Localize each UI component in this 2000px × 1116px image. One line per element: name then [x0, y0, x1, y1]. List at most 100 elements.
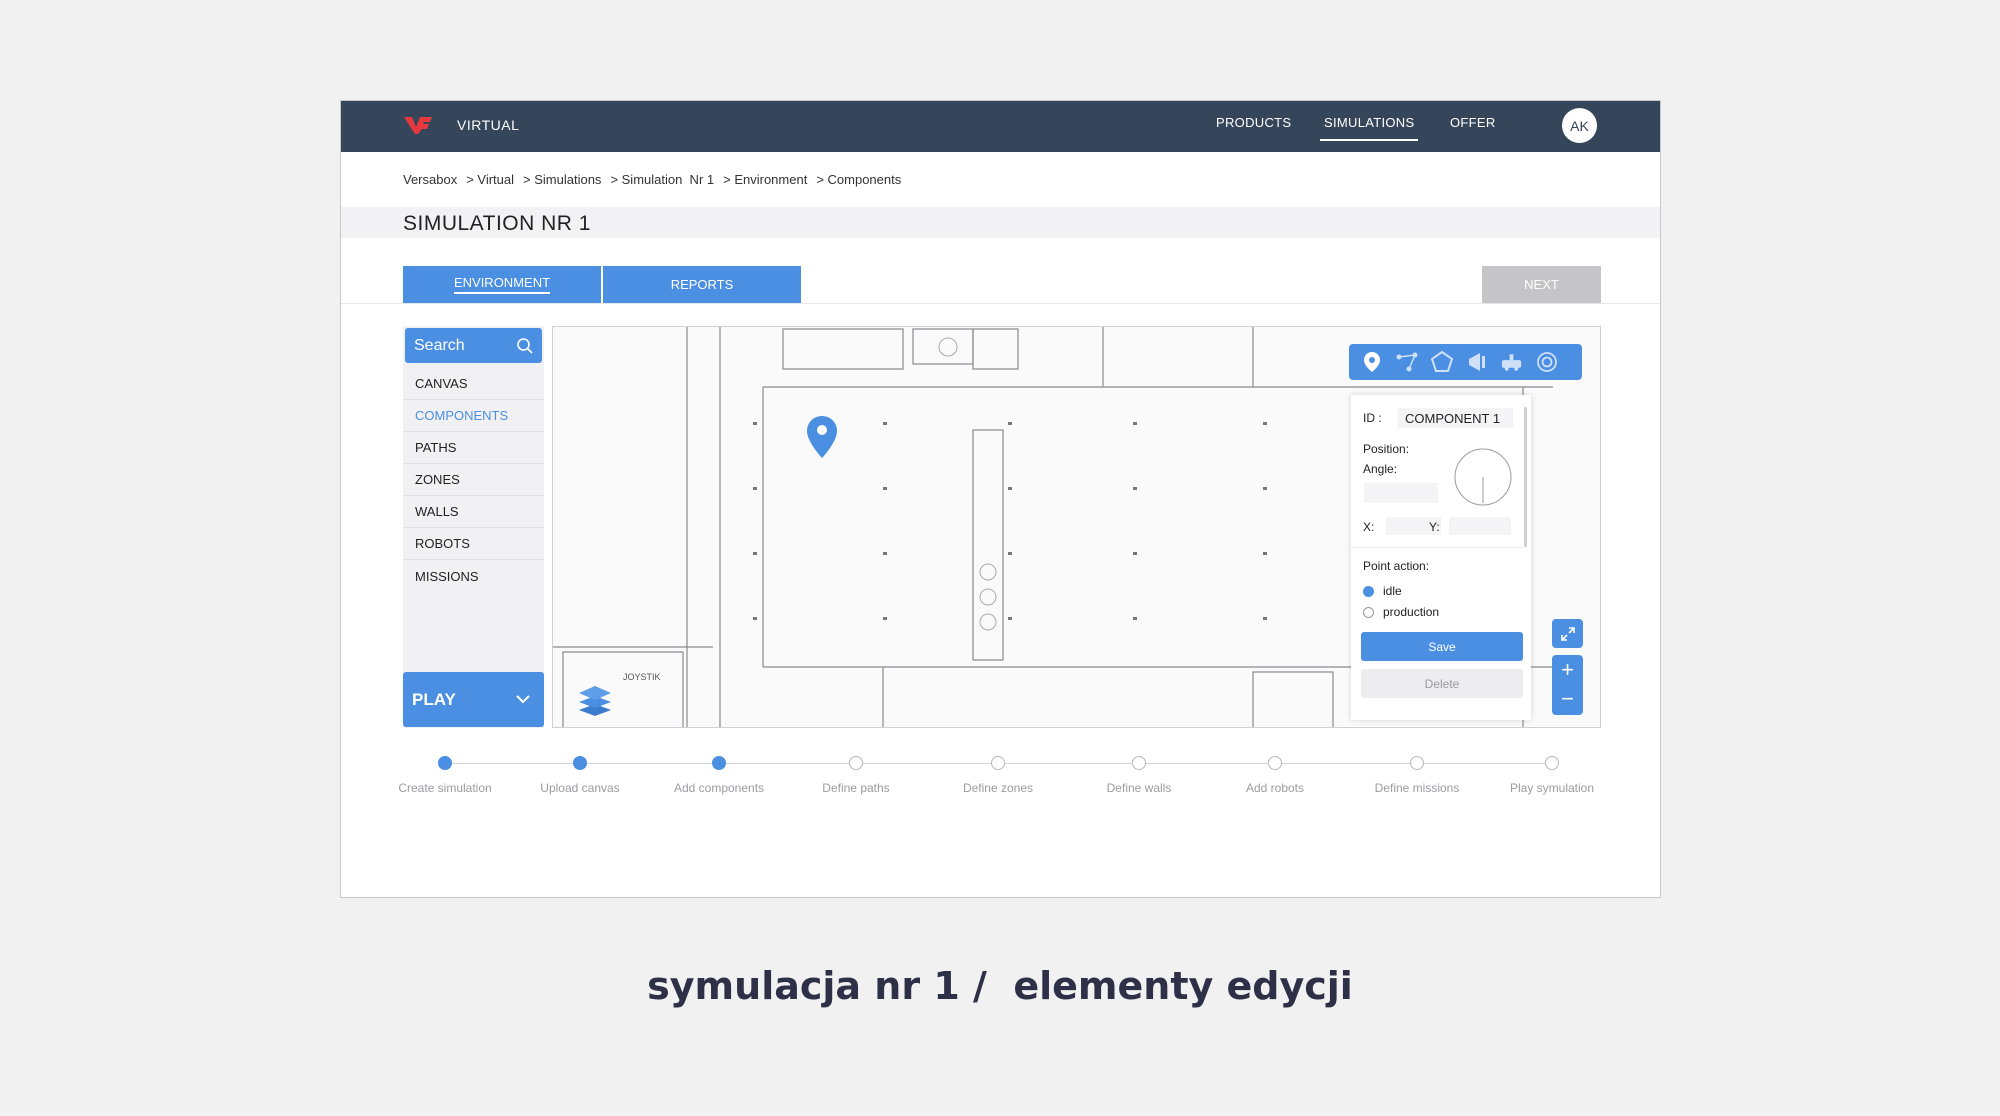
location-pin-icon[interactable] — [1359, 350, 1384, 375]
sidebar-item-components[interactable]: COMPONENTS — [403, 400, 544, 432]
sidebar-item-canvas[interactable]: CANVAS — [403, 368, 544, 400]
step-label: Create simulation — [398, 781, 492, 795]
step-label: Define paths — [822, 781, 890, 795]
breadcrumb-components[interactable]: > Components — [816, 172, 901, 187]
chevron-down-icon — [516, 695, 530, 704]
search-box — [405, 328, 542, 363]
progress-stepper: Create simulation Upload canvas Add comp… — [341, 751, 1660, 811]
component-toolbar — [1349, 344, 1582, 380]
path-nodes-icon[interactable] — [1394, 350, 1419, 375]
step-dot — [712, 756, 726, 770]
radio-idle[interactable] — [1363, 586, 1374, 597]
user-avatar[interactable]: AK — [1562, 108, 1597, 143]
expand-icon — [1560, 626, 1575, 641]
step-define-paths[interactable]: Define paths — [786, 751, 926, 795]
step-label: Define missions — [1374, 781, 1460, 795]
step-dot — [1132, 756, 1146, 770]
step-dot — [991, 756, 1005, 770]
tab-environment[interactable]: ENVIRONMENT — [403, 266, 601, 303]
sidebar-item-paths[interactable]: PATHS — [403, 432, 544, 464]
step-define-walls[interactable]: Define walls — [1069, 751, 1209, 795]
position-label: Position: — [1363, 442, 1410, 456]
step-dot — [1410, 756, 1424, 770]
app-window: VIRTUAL PRODUCTS SIMULATIONS OFFER AK Ve… — [340, 100, 1661, 898]
layers-icon[interactable] — [577, 682, 613, 718]
save-button[interactable]: Save — [1361, 632, 1523, 661]
next-button[interactable]: NEXT — [1482, 266, 1601, 303]
play-label: PLAY — [412, 689, 456, 709]
nav-offer[interactable]: OFFER — [1450, 115, 1496, 130]
option-idle-label: idle — [1383, 584, 1402, 598]
angle-field[interactable] — [1364, 483, 1438, 503]
y-field[interactable] — [1449, 517, 1511, 535]
play-button[interactable]: PLAY — [403, 672, 544, 727]
zoom-controls: + − — [1552, 655, 1583, 715]
target-icon[interactable] — [1534, 350, 1559, 375]
breadcrumb-environment[interactable]: > Environment — [723, 172, 807, 187]
nav-products[interactable]: PRODUCTS — [1216, 115, 1291, 130]
radio-production[interactable] — [1363, 607, 1374, 618]
sidebar-item-missions[interactable]: MISSIONS — [403, 560, 544, 592]
step-dot — [573, 756, 587, 770]
zoom-out-button[interactable]: − — [1552, 684, 1583, 714]
breadcrumb-simulation[interactable]: > Simulation Nr 1 — [610, 172, 714, 187]
step-dot — [438, 756, 452, 770]
breadcrumb-simulations[interactable]: > Simulations — [523, 172, 601, 187]
divider — [1351, 547, 1523, 548]
step-label: Upload canvas — [540, 781, 620, 795]
step-define-zones[interactable]: Define zones — [928, 751, 1068, 795]
map-canvas[interactable]: JOYSTIK ID: COMPONENT 1 Position: Angle… — [552, 326, 1601, 728]
slide-caption: symulacja nr 1 / elementy edycji — [647, 964, 1353, 1008]
step-dot — [849, 756, 863, 770]
versabox-logo — [404, 117, 432, 134]
step-dot — [1268, 756, 1282, 770]
point-action-label: Point action: — [1363, 559, 1430, 573]
sidebar-item-robots[interactable]: ROBOTS — [403, 528, 544, 560]
robot-icon[interactable] — [1499, 350, 1524, 375]
delete-button[interactable]: Delete — [1361, 669, 1523, 698]
step-create-simulation[interactable]: Create simulation — [375, 751, 515, 795]
nav-simulations[interactable]: SIMULATIONS — [1319, 115, 1419, 141]
step-dot — [1545, 756, 1559, 770]
top-navbar: VIRTUAL PRODUCTS SIMULATIONS OFFER AK — [341, 101, 1660, 152]
tab-reports-label: REPORTS — [670, 277, 734, 292]
tab-reports[interactable]: REPORTS — [603, 266, 801, 303]
fullscreen-button[interactable] — [1552, 619, 1583, 648]
component-properties-panel: ID : Position: Angle: X: Y: Point action… — [1351, 395, 1531, 720]
step-add-components[interactable]: Add components — [649, 751, 789, 795]
sidebar: CANVAS COMPONENTS PATHS ZONES WALLS ROBO… — [403, 326, 544, 728]
step-label: Define walls — [1106, 781, 1172, 795]
step-define-missions[interactable]: Define missions — [1347, 751, 1487, 795]
zoom-in-button[interactable]: + — [1552, 655, 1583, 685]
zone-polygon-icon[interactable] — [1429, 350, 1454, 375]
location-pin-icon[interactable] — [806, 415, 838, 459]
step-add-robots[interactable]: Add robots — [1205, 751, 1345, 795]
tab-environment-label: ENVIRONMENT — [453, 275, 551, 294]
breadcrumb-versabox[interactable]: Versabox — [403, 172, 457, 187]
wall-icon[interactable] — [1464, 350, 1489, 375]
angle-label: Angle: — [1363, 462, 1398, 476]
scrollbar[interactable] — [1524, 407, 1527, 547]
divider — [341, 303, 1660, 304]
sidebar-item-walls[interactable]: WALLS — [403, 496, 544, 528]
breadcrumb-virtual[interactable]: > Virtual — [466, 172, 514, 187]
x-label: X: — [1363, 520, 1375, 534]
step-play-simulation[interactable]: Play symulation — [1482, 751, 1622, 795]
y-label: Y: — [1429, 520, 1440, 534]
id-label: ID : — [1363, 411, 1382, 425]
option-production-label: production — [1383, 605, 1440, 619]
id-field[interactable] — [1397, 408, 1513, 428]
step-upload-canvas[interactable]: Upload canvas — [510, 751, 650, 795]
brand-name: VIRTUAL — [457, 117, 520, 133]
step-label: Add robots — [1245, 781, 1305, 795]
svg-text:JOYSTIK: JOYSTIK — [623, 672, 661, 682]
step-label: Define zones — [962, 781, 1034, 795]
sidebar-item-zones[interactable]: ZONES — [403, 464, 544, 496]
step-label: Play symulation — [1509, 781, 1595, 795]
page-title: SIMULATION NR 1 — [403, 212, 591, 235]
title-bar: SIMULATION NR 1 — [341, 207, 1660, 238]
breadcrumb: Versabox > Virtual > Simulations > Simul… — [403, 172, 901, 187]
search-icon[interactable] — [516, 337, 534, 355]
step-label: Add components — [673, 781, 765, 795]
angle-dial[interactable] — [1453, 447, 1513, 507]
